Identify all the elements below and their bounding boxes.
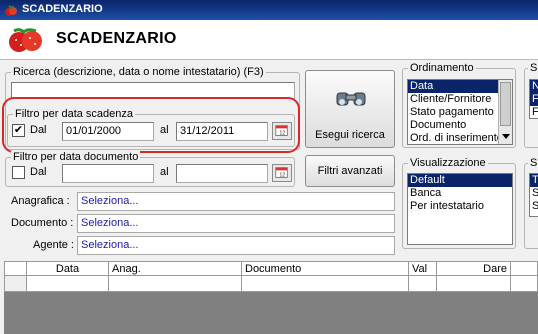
agente-label: Agente : xyxy=(33,239,74,251)
advanced-filters-label: Filtri avanzati xyxy=(317,165,383,177)
ordering-item[interactable]: Data xyxy=(408,80,499,93)
doc-date-filter-group: Filtro per data documento Dal al 12 xyxy=(5,151,295,187)
grid-empty-area xyxy=(4,292,538,334)
right-group-1-item[interactable]: N xyxy=(530,80,538,93)
right-group-1-item[interactable]: F xyxy=(530,106,538,118)
grid-cell[interactable] xyxy=(109,276,242,291)
right-group-1-legend: S xyxy=(528,62,538,74)
ordering-item[interactable]: Cliente/Fornitore xyxy=(408,93,512,106)
ordering-item[interactable]: Documento xyxy=(408,119,512,132)
ordering-group: Ordinamento Data Cliente/Fornitore Stato… xyxy=(402,62,516,148)
svg-text:12: 12 xyxy=(279,173,285,179)
doc-date-calendar-button[interactable]: 12 xyxy=(272,164,292,182)
due-date-calendar-button[interactable]: 12 xyxy=(272,122,292,140)
doc-date-to-label: al xyxy=(160,166,169,178)
right-group-2-legend: S xyxy=(528,157,538,169)
right-group-2-listbox[interactable]: T S S xyxy=(529,173,538,217)
due-date-filter-group: Filtro per data scadenza ✔ Dal 01/01/200… xyxy=(7,108,295,147)
title-bar: SCADENZARIO xyxy=(0,0,538,20)
grid-cell[interactable] xyxy=(437,276,511,291)
window-title: SCADENZARIO xyxy=(22,3,103,15)
doc-date-filter-legend: Filtro per data documento xyxy=(11,151,141,163)
view-group: Visualizzazione Default Banca Per intest… xyxy=(402,157,516,249)
calendar-icon: 12 xyxy=(275,125,288,137)
grid-col-val[interactable]: Val xyxy=(409,262,437,276)
svg-text:12: 12 xyxy=(279,131,285,137)
documento-label: Documento : xyxy=(11,217,74,229)
view-item[interactable]: Per intestatario xyxy=(408,200,512,213)
right-group-1: S N F F xyxy=(524,62,538,148)
due-date-to-label: al xyxy=(160,124,169,136)
ordering-scrollbar[interactable] xyxy=(498,80,512,144)
grid-col-documento[interactable]: Documento xyxy=(242,262,409,276)
header: SCADENZARIO xyxy=(0,20,538,60)
view-legend: Visualizzazione xyxy=(408,157,488,169)
doc-date-from-label: Dal xyxy=(30,166,47,178)
search-button-label: Esegui ricerca xyxy=(315,129,385,141)
scroll-thumb[interactable] xyxy=(500,82,511,126)
right-group-2-item[interactable]: T xyxy=(530,174,538,187)
right-group-2-item[interactable]: S xyxy=(530,200,538,213)
right-group-1-item[interactable]: F xyxy=(530,93,538,106)
right-group-1-listbox[interactable]: N F F xyxy=(529,79,538,119)
due-date-checkbox[interactable]: ✔ xyxy=(12,124,25,137)
grid-cell[interactable] xyxy=(409,276,437,291)
ordering-item[interactable]: Stato pagamento xyxy=(408,106,512,119)
grid-cell[interactable] xyxy=(242,276,409,291)
anagrafica-label: Anagrafica : xyxy=(11,195,70,207)
view-item[interactable]: Default xyxy=(408,174,512,187)
grid-row-indicator-header xyxy=(5,262,27,276)
search-button[interactable]: Esegui ricerca xyxy=(305,70,395,148)
due-date-from-label: Dal xyxy=(30,124,47,136)
grid-col-data[interactable]: Data xyxy=(27,262,109,276)
due-date-filter-legend: Filtro per data scadenza xyxy=(13,108,136,120)
app-icon xyxy=(5,5,17,16)
calendar-icon: 12 xyxy=(275,167,288,179)
scroll-down-icon[interactable] xyxy=(502,134,510,139)
agente-selector[interactable]: Seleziona... xyxy=(77,236,395,255)
row-indicator xyxy=(5,276,27,291)
advanced-filters-button[interactable]: Filtri avanzati xyxy=(305,155,395,187)
documento-selector[interactable]: Seleziona... xyxy=(77,214,395,233)
strawberry-logo xyxy=(9,28,42,52)
table-row[interactable] xyxy=(4,276,538,292)
right-group-2: S T S S xyxy=(524,157,538,249)
grid-col-dare[interactable]: Dare xyxy=(437,262,511,276)
page-title: SCADENZARIO xyxy=(56,30,177,47)
doc-date-checkbox[interactable] xyxy=(12,166,25,179)
ordering-listbox[interactable]: Data Cliente/Fornitore Stato pagamento D… xyxy=(407,79,513,145)
ordering-item[interactable]: Ord. di inserimento xyxy=(408,132,512,144)
binoculars-icon xyxy=(336,92,366,106)
ordering-legend: Ordinamento xyxy=(408,62,476,74)
search-legend: Ricerca (descrizione, data o nome intest… xyxy=(11,66,266,78)
doc-date-from-input[interactable] xyxy=(62,164,154,183)
anagrafica-selector[interactable]: Seleziona... xyxy=(77,192,395,211)
grid-col-anag[interactable]: Anag. xyxy=(109,262,242,276)
due-date-from-input[interactable]: 01/01/2000 xyxy=(62,122,154,141)
right-group-2-item[interactable]: S xyxy=(530,187,538,200)
due-date-to-input[interactable]: 31/12/2011 xyxy=(176,122,268,141)
view-item[interactable]: Banca xyxy=(408,187,512,200)
doc-date-to-input[interactable] xyxy=(176,164,268,183)
grid-header: Data Anag. Documento Val Dare xyxy=(4,261,538,276)
view-listbox[interactable]: Default Banca Per intestatario xyxy=(407,173,513,245)
grid-cell[interactable] xyxy=(27,276,109,291)
